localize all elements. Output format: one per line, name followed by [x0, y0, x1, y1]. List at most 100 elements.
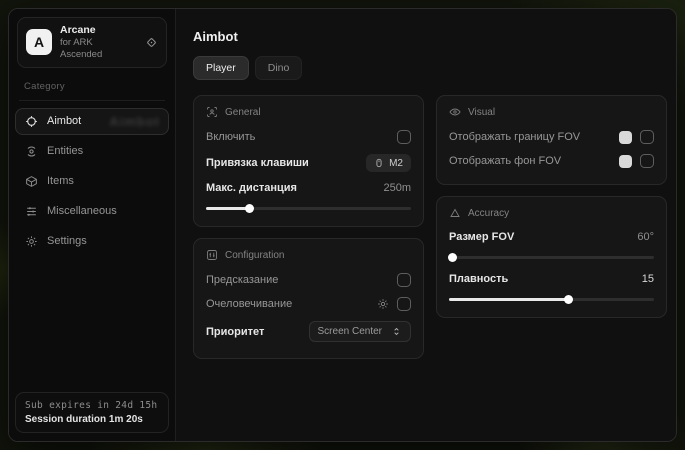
keybind-button[interactable]: M2	[366, 154, 411, 172]
tab-player[interactable]: Player	[193, 56, 249, 80]
target-icon[interactable]	[145, 36, 158, 49]
visual-card: Visual Отображать границу FOV Отображать…	[436, 95, 667, 185]
sidebar-item-items[interactable]: Items	[15, 168, 169, 195]
app-subtitle: for ARK Ascended	[60, 37, 137, 61]
fov-bg-row: Отображать фон FOV	[449, 149, 654, 173]
fov-bg-controls	[619, 154, 654, 168]
main-content: Aimbot Player Dino	[176, 9, 677, 441]
configuration-card: Configuration Предсказание Очеловечивани…	[193, 238, 424, 359]
logo-text: Arcane for ARK Ascended	[60, 24, 137, 61]
sub-expires-text: Sub expires in 24d 15h	[25, 400, 159, 411]
sidebar-item-label: Aimbot	[47, 115, 81, 127]
visual-title: Visual	[468, 107, 495, 118]
distance-slider[interactable]	[206, 203, 411, 213]
fov-size-label: Размер FOV	[449, 231, 514, 243]
slider-fill	[449, 298, 568, 301]
fov-border-color-swatch[interactable]	[619, 131, 632, 144]
category-label: Category	[19, 81, 165, 101]
sidebar-item-aimbot[interactable]: Aimbot Aimbot	[15, 108, 169, 135]
settings-columns: General Включить Привязка клавиши	[193, 95, 667, 359]
eye-icon	[449, 106, 461, 118]
slider-thumb[interactable]	[564, 295, 573, 304]
sidebar-item-label: Entities	[47, 145, 83, 157]
logo-card: A Arcane for ARK Ascended	[17, 17, 167, 68]
status-card: Sub expires in 24d 15h Session duration …	[15, 392, 169, 433]
mouse-icon	[374, 157, 384, 169]
chevrons-up-down-icon	[391, 326, 402, 337]
sidebar-item-label: Miscellaneous	[47, 205, 117, 217]
tab-dino[interactable]: Dino	[255, 56, 303, 80]
sidebar-nav: Aimbot Aimbot Entities Items	[15, 108, 169, 255]
smoothness-row: Плавность 15	[449, 268, 654, 290]
app-window: A Arcane for ARK Ascended Category	[8, 8, 677, 442]
session-duration-text: Session duration 1m 20s	[25, 414, 159, 425]
person-scan-icon	[206, 106, 218, 118]
smoothness-slider[interactable]	[449, 294, 654, 304]
right-column: Visual Отображать границу FOV Отображать…	[436, 95, 667, 318]
configuration-title: Configuration	[225, 250, 284, 261]
smoothness-label: Плавность	[449, 273, 508, 285]
general-header: General	[206, 106, 411, 118]
sidebar-item-label: Items	[47, 175, 74, 187]
slider-track	[449, 256, 654, 259]
fov-border-row: Отображать границу FOV	[449, 125, 654, 149]
enable-label: Включить	[206, 131, 255, 143]
visual-header: Visual	[449, 106, 654, 118]
fov-border-checkbox[interactable]	[640, 130, 654, 144]
app-name: Arcane	[60, 24, 137, 37]
prediction-label: Предсказание	[206, 274, 278, 286]
humanization-row: Очеловечивание	[206, 292, 411, 316]
enable-row: Включить	[206, 125, 411, 149]
distance-value: 250m	[383, 182, 411, 194]
priority-label: Приоритет	[206, 326, 264, 338]
page-title: Aimbot	[193, 29, 667, 44]
sliders-icon	[25, 205, 38, 218]
priority-row: Приоритет Screen Center	[206, 316, 411, 347]
slider-fill	[206, 207, 249, 210]
fov-bg-checkbox[interactable]	[640, 154, 654, 168]
accuracy-card: Accuracy Размер FOV 60° Плавность 15	[436, 196, 667, 318]
configuration-header: Configuration	[206, 249, 411, 261]
keybind-value: M2	[389, 158, 403, 169]
keybind-label: Привязка клавиши	[206, 157, 309, 169]
prediction-row: Предсказание	[206, 268, 411, 292]
aimbot-watermark: Aimbot	[109, 114, 160, 129]
general-card: General Включить Привязка клавиши	[193, 95, 424, 227]
fov-size-value: 60°	[637, 231, 654, 243]
sidebar-item-entities[interactable]: Entities	[15, 138, 169, 165]
fov-size-row: Размер FOV 60°	[449, 226, 654, 248]
triangle-icon	[449, 207, 461, 219]
slider-thumb[interactable]	[448, 253, 457, 262]
fov-border-label: Отображать границу FOV	[449, 131, 580, 143]
sidebar-item-label: Settings	[47, 235, 87, 247]
left-column: General Включить Привязка клавиши	[193, 95, 424, 359]
distance-row: Макс. дистанция 250m	[206, 177, 411, 199]
keybind-row: Привязка клавиши M2	[206, 149, 411, 177]
tab-bar: Player Dino	[193, 56, 667, 80]
package-icon	[25, 175, 38, 188]
fov-size-slider[interactable]	[449, 252, 654, 262]
fov-bg-label: Отображать фон FOV	[449, 155, 561, 167]
prediction-checkbox[interactable]	[397, 273, 411, 287]
tune-box-icon	[206, 249, 218, 261]
humanization-label: Очеловечивание	[206, 298, 292, 310]
accuracy-title: Accuracy	[468, 208, 509, 219]
slider-thumb[interactable]	[245, 204, 254, 213]
priority-value: Screen Center	[318, 326, 382, 337]
app-logo: A	[26, 29, 52, 55]
distance-label: Макс. дистанция	[206, 182, 297, 194]
enable-checkbox[interactable]	[397, 130, 411, 144]
priority-dropdown[interactable]: Screen Center	[309, 321, 411, 342]
humanization-controls	[377, 297, 411, 311]
smoothness-value: 15	[642, 273, 654, 285]
sidebar: A Arcane for ARK Ascended Category	[9, 9, 176, 441]
humanization-gear-icon[interactable]	[377, 298, 389, 310]
fov-border-controls	[619, 130, 654, 144]
crosshair-icon	[25, 115, 38, 128]
scan-icon	[25, 145, 38, 158]
sidebar-item-miscellaneous[interactable]: Miscellaneous	[15, 198, 169, 225]
humanization-checkbox[interactable]	[397, 297, 411, 311]
fov-bg-color-swatch[interactable]	[619, 155, 632, 168]
sidebar-item-settings[interactable]: Settings	[15, 228, 169, 255]
general-title: General	[225, 107, 261, 118]
